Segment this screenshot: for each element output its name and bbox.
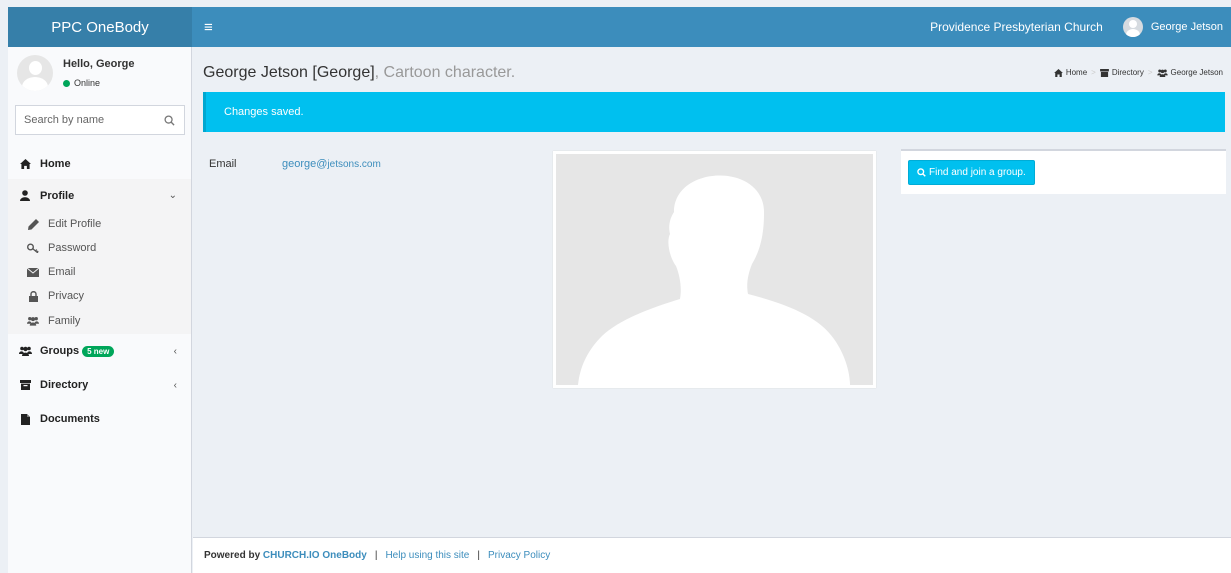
person-name: George Jetson [George] <box>203 64 375 81</box>
find-group-label: Find and join a group. <box>929 167 1026 178</box>
sidebar-search <box>15 105 185 135</box>
sidebar-item-label: Home <box>40 158 71 170</box>
users-icon <box>18 345 32 357</box>
sidebar-subitem-password[interactable]: Password <box>8 236 191 260</box>
email-user: george@ <box>282 158 328 170</box>
sidebar-subitem-label: Family <box>48 315 81 327</box>
hamburger-icon[interactable]: ≡ <box>204 20 213 35</box>
sidebar-item-documents[interactable]: Documents <box>8 402 191 436</box>
footer-separator: | <box>477 550 480 561</box>
alert-message: Changes saved. <box>224 106 304 118</box>
sidebar-subitem-label: Password <box>48 242 97 254</box>
sidebar-subitem-email[interactable]: Email <box>8 260 191 284</box>
users-icon <box>27 316 39 327</box>
home-icon <box>1053 68 1063 77</box>
sidebar-subitem-label: Privacy <box>48 290 85 302</box>
sidebar-item-label: Directory <box>40 379 89 391</box>
chevron-down-icon: ⌄ <box>168 190 177 201</box>
church-name[interactable]: Providence Presbyterian Church <box>930 20 1103 34</box>
silhouette-icon <box>556 154 873 385</box>
powered-by-text: Powered by <box>204 550 261 561</box>
top-right-area: Providence Presbyterian Church George Je… <box>930 17 1231 37</box>
profile-photo-placeholder <box>553 151 876 388</box>
footer: Powered by CHURCH.IO OneBody | Help usin… <box>193 537 1231 573</box>
sidebar-avatar <box>17 55 53 91</box>
key-icon <box>27 243 39 254</box>
user-icon <box>18 190 32 202</box>
user-menu[interactable]: George Jetson <box>1151 21 1223 33</box>
sidebar-subitem-family[interactable]: Family <box>8 308 191 334</box>
sidebar-item-label: Documents <box>40 413 100 425</box>
top-navbar: PPC OneBody ≡ Providence Presbyterian Ch… <box>8 7 1231 47</box>
online-dot-icon <box>63 79 70 87</box>
home-icon <box>18 158 32 170</box>
sidebar-subitem-label: Edit Profile <box>48 218 102 230</box>
sidebar-menu: Home Profile ⌄ Edit Profile Password Ema… <box>8 149 191 436</box>
groups-box: Find and join a group. <box>901 149 1226 194</box>
archive-icon <box>18 379 32 391</box>
search-icon[interactable] <box>156 107 182 133</box>
user-panel: Hello, George Online <box>8 47 191 99</box>
online-status-label: Online <box>74 78 101 88</box>
greeting: Hello, George <box>63 58 135 70</box>
breadcrumb-separator: > <box>1091 68 1096 77</box>
user-avatar[interactable] <box>1122 17 1143 37</box>
archive-icon <box>1099 68 1109 77</box>
chevron-left-icon: ‹ <box>173 379 177 391</box>
page-title: George Jetson [George], Cartoon characte… <box>203 64 515 82</box>
breadcrumb: Home > Directory > George Jetson <box>1053 68 1223 77</box>
search-input[interactable] <box>16 107 156 133</box>
breadcrumb-directory[interactable]: Directory <box>1112 68 1144 77</box>
envelope-icon <box>27 267 39 278</box>
lock-icon <box>27 290 39 302</box>
help-link[interactable]: Help using this site <box>385 550 469 561</box>
sidebar-subitem-edit-profile[interactable]: Edit Profile <box>8 212 191 236</box>
file-icon <box>18 413 32 425</box>
success-alert: Changes saved. <box>203 92 1225 132</box>
privacy-policy-link[interactable]: Privacy Policy <box>488 550 550 561</box>
online-status: Online <box>63 78 100 88</box>
new-groups-badge: 5 new <box>82 345 115 357</box>
sidebar-item-directory[interactable]: Directory ‹ <box>8 368 191 402</box>
users-icon <box>1156 69 1168 77</box>
pencil-icon <box>27 218 39 230</box>
breadcrumb-home[interactable]: Home <box>1066 68 1087 77</box>
profile-section: Profile ⌄ Edit Profile Password Email Pr… <box>8 179 191 334</box>
sidebar-subitem-privacy[interactable]: Privacy <box>8 284 191 308</box>
sidebar: Hello, George Online Home Profile ⌄ <box>8 47 192 573</box>
sidebar-item-groups[interactable]: Groups 5 new ‹ <box>8 334 191 368</box>
sidebar-subitem-label: Email <box>48 266 76 278</box>
email-link[interactable]: george@jetsons.com <box>282 158 381 170</box>
sidebar-item-label: Profile <box>40 189 75 202</box>
onebody-link[interactable]: CHURCH.IO OneBody <box>263 550 367 561</box>
email-domain: jetsons.com <box>327 159 381 170</box>
person-subtitle: , Cartoon character. <box>374 64 516 81</box>
breadcrumb-current: George Jetson <box>1170 68 1223 77</box>
chevron-left-icon: ‹ <box>173 345 177 357</box>
brand-logo[interactable]: PPC OneBody <box>8 7 192 47</box>
sidebar-item-home[interactable]: Home <box>8 149 191 179</box>
search-icon <box>917 168 926 177</box>
footer-separator: | <box>374 550 378 561</box>
breadcrumb-separator: > <box>1147 68 1153 77</box>
sidebar-item-profile[interactable]: Profile ⌄ <box>8 179 191 212</box>
find-group-button[interactable]: Find and join a group. <box>908 160 1035 185</box>
main-content: George Jetson [George], Cartoon characte… <box>193 47 1231 537</box>
sidebar-item-label: Groups <box>40 345 80 357</box>
email-label: Email <box>209 158 237 170</box>
